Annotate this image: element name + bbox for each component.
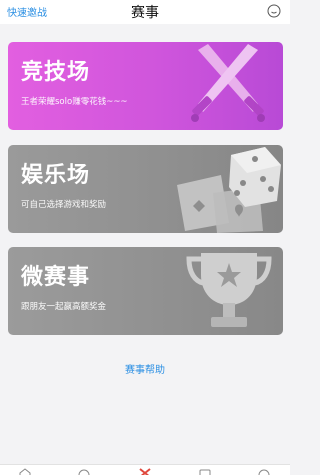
chat-bubble-icon[interactable]: [267, 4, 281, 18]
mini-tournament-card-title: 微赛事: [21, 265, 91, 290]
entertainment-card-title: 娱乐场: [21, 163, 91, 188]
bottom-tab-bar: [0, 464, 290, 475]
match-tab-icon[interactable]: [138, 468, 152, 475]
entertainment-card-subtitle: 可自己选择游戏和奖励: [21, 200, 107, 210]
arena-card-title: 竞技场: [21, 60, 91, 85]
profile-tab-icon[interactable]: [257, 468, 271, 475]
crossed-swords-icon: [191, 44, 265, 122]
arena-card-subtitle: 王者荣耀solo赚零花钱~~~: [21, 97, 128, 107]
top-navigation-bar: 快速邀战 赛事: [0, 0, 290, 24]
chat-tab-icon[interactable]: [77, 468, 91, 475]
entertainment-card[interactable]: 娱乐场 可自己选择游戏和奖励: [8, 145, 283, 233]
message-tab-icon[interactable]: [198, 468, 212, 475]
trophy-icon: [186, 253, 272, 327]
mini-tournament-card[interactable]: 微赛事 跟朋友一起赢高额奖金: [8, 247, 283, 335]
arena-card[interactable]: 竞技场 王者荣耀solo赚零花钱~~~: [8, 42, 283, 130]
mini-tournament-card-subtitle: 跟朋友一起赢高额奖金: [21, 302, 107, 312]
home-tab-icon[interactable]: [18, 468, 32, 475]
tournament-help-link[interactable]: 赛事帮助: [0, 361, 290, 376]
dice-and-cards-icon: [177, 147, 281, 233]
page-title: 赛事: [131, 5, 159, 21]
